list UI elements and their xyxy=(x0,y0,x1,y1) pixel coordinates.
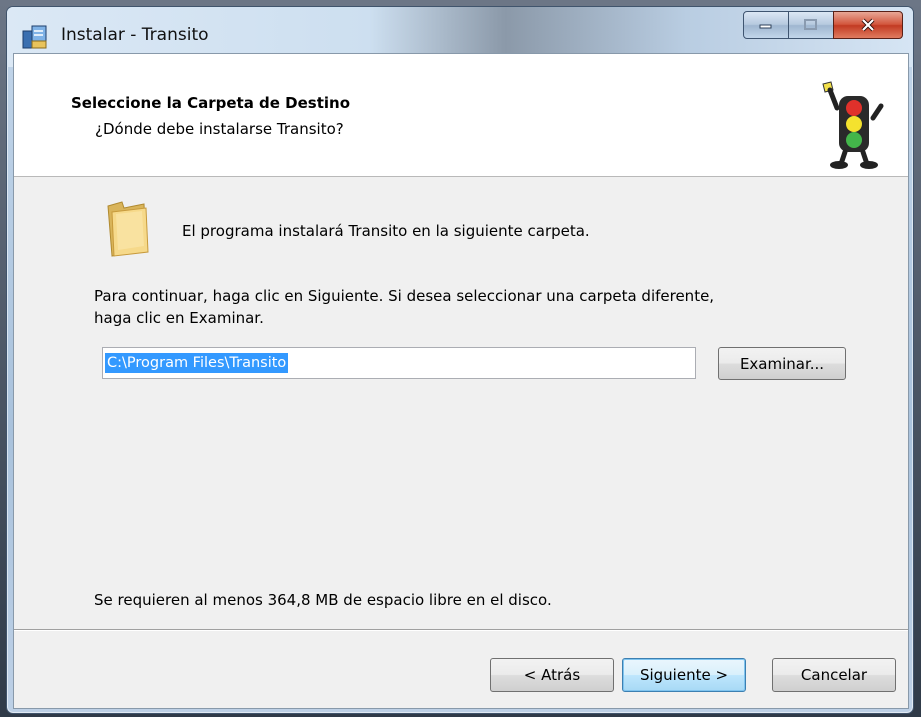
page-title: Seleccione la Carpeta de Destino xyxy=(71,94,351,112)
installer-window: Instalar - Transito Seleccione la Carpet… xyxy=(6,6,914,714)
wizard-header: Seleccione la Carpeta de Destino ¿Dónde … xyxy=(14,54,908,177)
window-title: Instalar - Transito xyxy=(61,25,209,45)
minimize-icon xyxy=(759,24,772,29)
browse-button[interactable]: Examinar... xyxy=(718,347,846,380)
next-button[interactable]: Siguiente > xyxy=(622,658,746,692)
instruction-line-2: haga clic en Examinar. xyxy=(94,309,264,327)
space-required-text: Se requieren al menos 364,8 MB de espaci… xyxy=(94,591,552,609)
installer-icon xyxy=(22,25,47,49)
caption-buttons xyxy=(743,11,903,41)
instruction-line-1: Para continuar, haga clic en Siguiente. … xyxy=(94,287,715,305)
page-subtitle: ¿Dónde debe instalarse Transito? xyxy=(95,120,344,138)
folder-message: El programa instalará Transito en la sig… xyxy=(182,222,590,240)
cancel-button[interactable]: Cancelar xyxy=(772,658,896,692)
back-button[interactable]: < Atrás xyxy=(490,658,614,692)
destination-path-value: C:\Program Files\Transito xyxy=(105,353,289,373)
traffic-light-icon xyxy=(822,81,884,169)
maximize-button[interactable] xyxy=(788,11,834,39)
minimize-button[interactable] xyxy=(743,11,789,39)
footer-divider xyxy=(14,629,908,631)
folder-icon xyxy=(107,201,149,257)
maximize-icon xyxy=(804,19,817,30)
dialog-client-area: Seleccione la Carpeta de Destino ¿Dónde … xyxy=(13,53,909,709)
close-icon xyxy=(861,18,875,32)
close-button[interactable] xyxy=(833,11,903,39)
destination-path-input[interactable]: C:\Program Files\Transito xyxy=(102,347,696,379)
